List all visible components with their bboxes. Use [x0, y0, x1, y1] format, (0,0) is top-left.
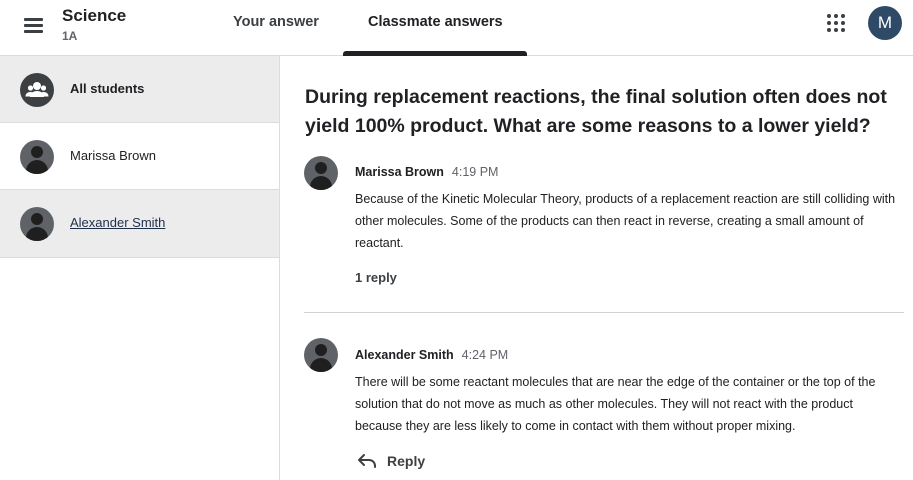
answer-timestamp: 4:24 PM	[461, 348, 509, 362]
sidebar-item-all-students[interactable]: All students	[0, 56, 279, 123]
reply-button[interactable]: Reply	[357, 450, 425, 472]
answer-text: There will be some reactant molecules th…	[355, 375, 876, 433]
group-icon	[20, 73, 54, 107]
answers-panel: During replacement reactions, the final …	[281, 56, 913, 480]
answer-author: Marissa Brown 4:19 PM	[355, 165, 498, 179]
tab-your-answer[interactable]: Your answer	[233, 14, 319, 30]
answer-author: Alexander Smith 4:24 PM	[355, 348, 508, 362]
avatar	[304, 338, 338, 372]
student-sidebar: All students Marissa Brown Alexander Smi…	[0, 56, 280, 480]
top-app-bar: Science 1A Your answer Classmate answers…	[0, 0, 913, 56]
sidebar-item-alexander-smith[interactable]: Alexander Smith	[0, 190, 279, 258]
answer-text: Because of the Kinetic Molecular Theory,…	[355, 192, 896, 250]
sidebar-item-label: All students	[70, 81, 145, 96]
account-avatar[interactable]: M	[868, 6, 902, 40]
sidebar-item-label: Marissa Brown	[70, 148, 156, 163]
question-title: During replacement reactions, the final …	[305, 86, 887, 137]
sidebar-item-label[interactable]: Alexander Smith	[70, 215, 165, 230]
avatar	[20, 140, 54, 174]
replies-link[interactable]: 1 reply	[355, 270, 397, 285]
divider	[304, 312, 904, 313]
sidebar-item-marissa-brown[interactable]: Marissa Brown	[0, 123, 279, 190]
avatar	[20, 207, 54, 241]
class-title[interactable]: Science	[62, 6, 126, 26]
answer-author-name: Alexander Smith	[355, 348, 454, 362]
avatar	[304, 156, 338, 190]
reply-label: Reply	[387, 453, 426, 469]
tab-classmate-answers[interactable]: Classmate answers	[368, 14, 503, 30]
reply-arrow-icon	[358, 454, 376, 468]
class-section: 1A	[62, 29, 78, 43]
answer-author-name: Marissa Brown	[355, 165, 444, 179]
hamburger-menu-icon[interactable]	[22, 13, 46, 37]
apps-grid-icon[interactable]	[826, 13, 846, 33]
answer-timestamp: 4:19 PM	[451, 165, 499, 179]
